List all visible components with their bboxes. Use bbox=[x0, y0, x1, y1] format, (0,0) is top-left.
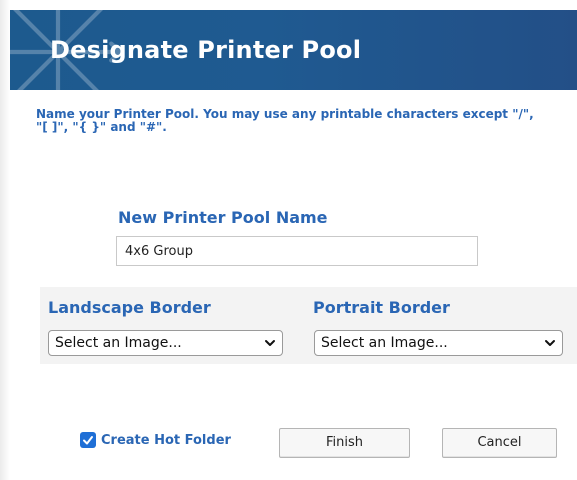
create-hot-folder-checkbox[interactable] bbox=[80, 432, 96, 448]
portrait-border-select[interactable]: Select an Image... bbox=[314, 330, 563, 356]
portrait-border-label: Portrait Border bbox=[313, 298, 450, 317]
landscape-border-select[interactable]: Select an Image... bbox=[48, 330, 283, 356]
dialog-edge-shadow bbox=[0, 0, 10, 480]
portrait-border-selected-value: Select an Image... bbox=[321, 335, 448, 351]
designate-printer-pool-dialog: Designate Printer Pool Name your Printer… bbox=[0, 0, 577, 480]
pool-name-label: New Printer Pool Name bbox=[118, 208, 328, 227]
finish-button[interactable]: Finish bbox=[279, 428, 410, 458]
landscape-border-selected-value: Select an Image... bbox=[55, 335, 182, 351]
dialog-header: Designate Printer Pool bbox=[10, 10, 577, 90]
landscape-border-label: Landscape Border bbox=[48, 298, 211, 317]
instructions-text: Name your Printer Pool. You may use any … bbox=[36, 107, 534, 134]
pool-name-input[interactable] bbox=[116, 236, 478, 266]
chevron-down-icon bbox=[545, 340, 555, 346]
dialog-title: Designate Printer Pool bbox=[50, 36, 362, 64]
chevron-down-icon bbox=[265, 340, 275, 346]
create-hot-folder-label[interactable]: Create Hot Folder bbox=[101, 433, 231, 448]
cancel-button[interactable]: Cancel bbox=[442, 428, 557, 458]
checkmark-icon bbox=[83, 436, 93, 445]
create-hot-folder-option[interactable]: Create Hot Folder bbox=[80, 432, 231, 448]
